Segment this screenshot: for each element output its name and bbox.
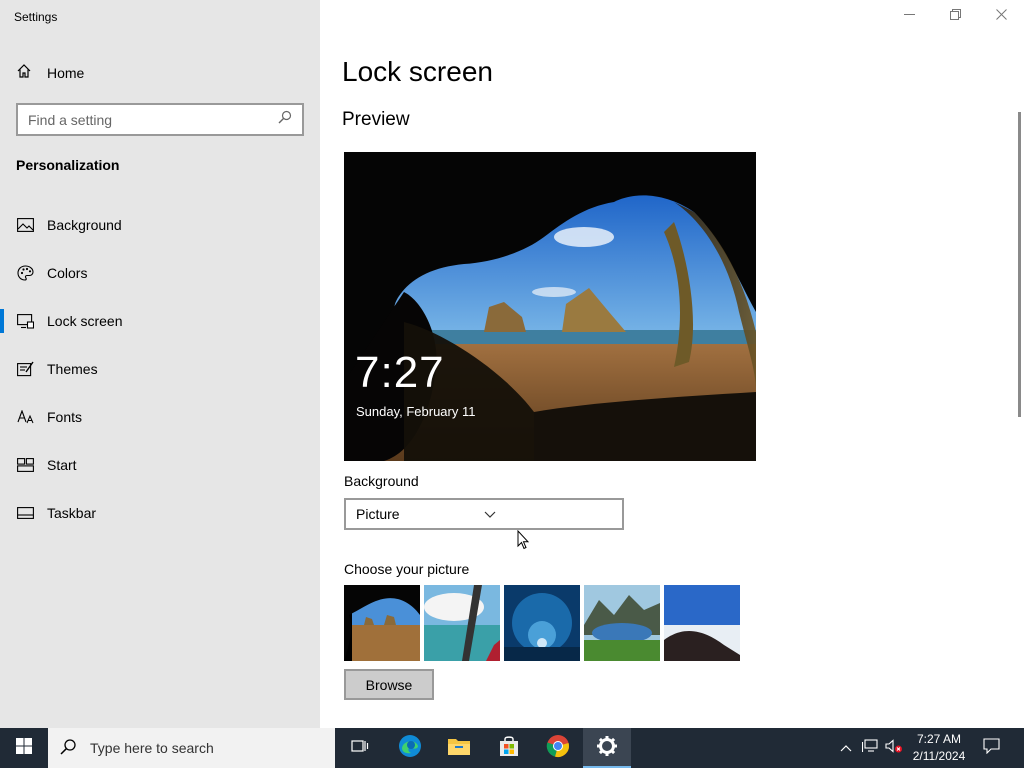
preview-heading: Preview xyxy=(342,109,410,130)
font-icon xyxy=(16,409,34,425)
volume-muted-icon xyxy=(885,738,903,758)
sidebar-item-label: Start xyxy=(47,457,77,473)
mouse-cursor-icon xyxy=(517,529,530,555)
taskbar-search-box[interactable]: Type here to search xyxy=(48,728,335,768)
picture-thumbnail-4[interactable] xyxy=(584,585,660,661)
edge-icon xyxy=(398,734,422,763)
windows-logo-icon xyxy=(16,737,32,759)
sidebar-item-label: Colors xyxy=(47,265,88,281)
palette-icon xyxy=(16,265,34,281)
sidebar-item-taskbar[interactable]: Taskbar xyxy=(0,489,320,537)
search-input[interactable] xyxy=(28,111,278,128)
action-center-button[interactable] xyxy=(982,737,1000,759)
gear-icon xyxy=(596,735,618,762)
browse-button[interactable]: Browse xyxy=(344,669,434,700)
sidebar-item-themes[interactable]: Themes xyxy=(0,345,320,393)
minimize-button[interactable] xyxy=(886,0,932,32)
sidebar-item-label: Fonts xyxy=(47,409,83,425)
task-view-icon xyxy=(351,738,369,759)
folder-icon xyxy=(447,736,471,761)
app-title: Settings xyxy=(14,10,58,24)
sidebar-item-fonts[interactable]: Fonts xyxy=(0,393,320,441)
settings-taskbar-button[interactable] xyxy=(583,728,631,768)
taskbar-search-placeholder: Type here to search xyxy=(90,740,214,756)
sidebar-item-colors[interactable]: Colors xyxy=(0,249,320,297)
taskbar-time: 7:27 AM xyxy=(916,732,962,746)
brush-icon xyxy=(16,361,34,377)
show-hidden-icons-button[interactable] xyxy=(838,740,854,756)
network-icon xyxy=(861,738,878,758)
chrome-icon xyxy=(546,734,570,763)
picture-thumbnail-2[interactable] xyxy=(424,585,500,661)
picture-thumbnail-1[interactable] xyxy=(344,585,420,661)
preview-time: 7:27 xyxy=(355,348,445,397)
home-icon xyxy=(16,63,32,84)
restore-icon xyxy=(949,7,961,25)
task-view-button[interactable] xyxy=(336,728,384,768)
search-icon[interactable] xyxy=(278,110,292,129)
network-tray-button[interactable] xyxy=(861,738,878,758)
home-label: Home xyxy=(47,65,85,81)
page-title: Lock screen xyxy=(342,56,493,87)
picture-thumbnail-3[interactable] xyxy=(504,585,580,661)
sidebar-item-lock-screen[interactable]: Lock screen xyxy=(0,297,320,345)
chevron-down-icon xyxy=(484,506,612,522)
search-icon xyxy=(60,738,76,758)
picture-thumbnails xyxy=(344,585,740,661)
sidebar-item-start[interactable]: Start xyxy=(0,441,320,489)
sidebar-item-label: Background xyxy=(47,217,122,233)
section-title: Personalization xyxy=(16,157,120,173)
taskbar-clock[interactable]: 7:27 AM 2/11/2024 xyxy=(908,731,970,765)
sidebar-item-background[interactable]: Background xyxy=(0,201,320,249)
restore-button[interactable] xyxy=(932,0,978,32)
close-icon xyxy=(995,7,1007,25)
image-icon xyxy=(16,217,34,233)
taskbar-date: 2/11/2024 xyxy=(912,749,966,763)
lock-screen-preview: 7:27 Sunday, February 11 xyxy=(344,152,756,461)
lock-screen-icon xyxy=(16,313,34,329)
volume-tray-button[interactable] xyxy=(885,738,903,758)
find-setting-search[interactable] xyxy=(16,103,304,136)
picture-thumbnail-5[interactable] xyxy=(664,585,740,661)
home-link[interactable]: Home xyxy=(16,62,84,84)
store-taskbar-button[interactable] xyxy=(485,728,533,768)
background-label: Background xyxy=(344,473,419,489)
start-button[interactable] xyxy=(0,728,48,768)
background-dropdown[interactable]: Picture xyxy=(344,498,624,530)
scrollbar-thumb[interactable] xyxy=(1018,112,1021,417)
notification-icon xyxy=(982,737,1000,759)
file-explorer-taskbar-button[interactable] xyxy=(435,728,483,768)
sidebar-item-label: Taskbar xyxy=(47,505,97,521)
close-button[interactable] xyxy=(978,0,1024,32)
sidebar-item-label: Lock screen xyxy=(47,313,123,329)
sidebar-item-label: Themes xyxy=(47,361,98,377)
background-dropdown-value: Picture xyxy=(356,506,400,522)
preview-date: Sunday, February 11 xyxy=(356,404,476,419)
sidebar-nav: Background Colors Lock screen Themes Fon… xyxy=(0,201,320,537)
taskbar: Type here to search 7:27 AM 2/11/2024 xyxy=(0,728,1024,768)
choose-picture-label: Choose your picture xyxy=(344,561,470,577)
chevron-up-icon xyxy=(840,739,852,757)
taskbar-icon xyxy=(16,505,34,521)
chrome-taskbar-button[interactable] xyxy=(534,728,582,768)
sidebar: Settings Home Personalization Background… xyxy=(0,0,320,728)
edge-taskbar-button[interactable] xyxy=(386,728,434,768)
start-icon xyxy=(16,457,34,473)
store-icon xyxy=(498,735,520,762)
minimize-icon xyxy=(903,7,915,25)
